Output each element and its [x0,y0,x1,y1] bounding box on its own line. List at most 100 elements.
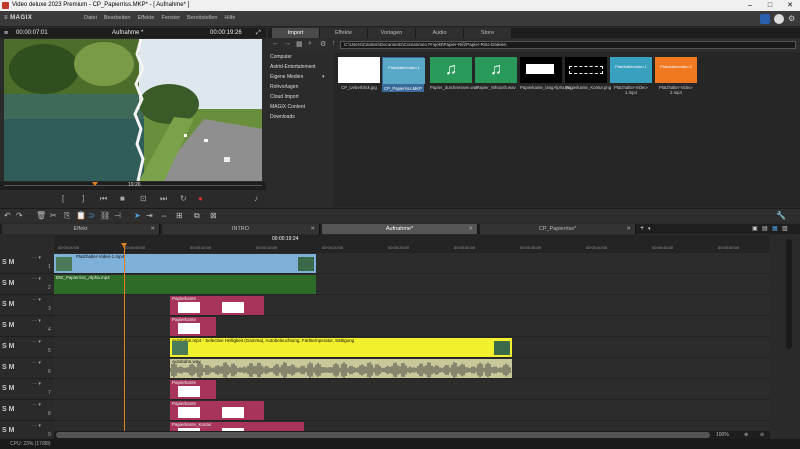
maximize-button[interactable]: □ [760,0,780,11]
tab-effekte[interactable]: Effekte [320,28,368,38]
track-options-icon[interactable]: ⋯ ▾ [32,360,41,366]
track-header[interactable]: S M ⋯ ▾ 2 [0,274,54,295]
view-icon[interactable]: ▣ [752,225,758,232]
magix-logo[interactable]: ≡ MAGIX [4,15,32,21]
range-icon[interactable]: ⇥ [146,211,153,220]
link-icon[interactable]: ⛓ [100,211,110,220]
solo-mute-buttons[interactable]: S M [2,259,14,266]
preview-fullscreen-icon[interactable]: ⤢ [256,30,261,37]
tab-audio[interactable]: Audio [416,28,464,38]
close-icon[interactable]: ✕ [150,224,155,234]
media-tile[interactable]: ♫ Papier_Whoosh.wav [475,57,517,90]
vertical-scrollbar[interactable] [786,239,792,349]
view-icon[interactable]: ▤ [762,225,768,232]
loop-icon[interactable]: ↻ [180,194,187,203]
tab-store[interactable]: Store [464,28,512,38]
next-marker-icon[interactable]: ⏭ [160,194,167,204]
split-icon[interactable]: ⊣ [114,211,121,220]
preview-scrub-handle[interactable] [92,182,98,186]
path-field[interactable]: C:\Users\Carsten\Documents\Comanmeo Proj… [340,41,796,49]
solo-mute-buttons[interactable]: S M [2,280,14,287]
stop-icon[interactable]: ■ [120,194,125,203]
media-tile[interactable]: Platzhaltervideo 2 Platzhalter-Video-2.m… [655,57,697,95]
previous-marker-icon[interactable]: ⏮ [100,194,107,204]
preview-scrubber[interactable]: 19:26 [0,182,266,190]
timeline-clip[interactable]: Papierkante [170,380,216,399]
redo-icon[interactable]: ↷ [16,211,23,220]
timeline-ruler[interactable]: 00:00:19:24 00:00:00:00 00:00:05:00 00:00:… [54,235,770,253]
track-row[interactable] [54,316,770,337]
view-icon[interactable]: ▦ [772,225,778,232]
sidebar-item-astrid[interactable]: Astrid-Entertainment [270,64,316,70]
tab-effekt[interactable]: Effekt ✕ [2,224,160,234]
view-icon[interactable]: ▥ [782,225,788,232]
menu-bereitstellen[interactable]: Bereitstellen [187,15,217,21]
track-options-icon[interactable]: ⋯ ▾ [32,276,41,282]
record-icon[interactable]: ● [198,194,203,203]
undo-icon[interactable]: ↶ [4,211,11,220]
wrench-icon[interactable]: 🔧 [776,211,786,220]
chevron-down-icon[interactable]: ▾ [322,74,325,80]
solo-mute-buttons[interactable]: S M [2,343,14,350]
track-options-icon[interactable]: ⋯ ▾ [32,339,41,345]
track-options-icon[interactable]: ⋯ ▾ [32,297,41,303]
solo-mute-buttons[interactable]: S M [2,301,14,308]
solo-mute-buttons[interactable]: S M [2,427,14,434]
track-options-icon[interactable]: ⋯ ▾ [32,255,41,261]
solo-mute-buttons[interactable]: S M [2,406,14,413]
ripple-icon[interactable]: ⊃ [88,211,95,220]
play-icon[interactable]: ⊡ [140,194,147,203]
grid-view-icon[interactable]: ▦ [296,40,303,48]
sidebar-item-magix-content[interactable]: MAGIX Content [270,104,305,110]
menu-bearbeiten[interactable]: Bearbeiten [104,15,131,21]
audio-icon[interactable]: ♪ [254,194,258,203]
media-tile[interactable]: CP_Ueberblick.jpg [338,57,380,90]
track-header[interactable]: S M ⋯ ▾ 5 [0,337,54,358]
sidebar-item-computer[interactable]: Computer [270,54,292,60]
delete-icon[interactable]: 🗑 [36,211,46,220]
track-header[interactable]: S M ⋯ ▾ 8 [0,400,54,421]
tab-intro[interactable]: INTRO ✕ [162,224,320,234]
tab-vorlagen[interactable]: Vorlagen [368,28,416,38]
sidebar-item-rohvorlagen[interactable]: Rohvorlagen [270,84,298,90]
copy-icon[interactable]: ⎘ [64,211,70,221]
media-tile-selected[interactable]: Platzhaltervideo 1 CP_Papierriss.MKP [382,57,425,92]
close-icon[interactable]: ✕ [626,224,631,234]
close-window-button[interactable]: ✕ [780,0,800,11]
tab-cp-papierriss[interactable]: CP_Papierriss* ✕ [480,224,636,234]
timeline-clip[interactable]: Autobahn.mp4 - Selective Helligkeit (Gam… [170,338,512,357]
track-header[interactable]: S M ⋯ ▾ 7 [0,379,54,400]
paste-icon[interactable]: 📋 [76,211,86,220]
solo-mute-buttons[interactable]: S M [2,385,14,392]
tab-menu-icon[interactable]: ▾ [648,226,651,232]
track-options-icon[interactable]: ⋯ ▾ [32,318,41,324]
media-tile[interactable]: Platzhaltervideo 1 Platzhalter-Video-1.m… [610,57,652,95]
media-tile[interactable]: ♫ Papier_durchreissen.wav [430,57,478,90]
help-icon[interactable] [774,14,784,24]
track-header[interactable]: S M ⋯ ▾ 1 [0,253,54,274]
sidebar-item-cloud-import[interactable]: Cloud Import [270,94,299,100]
track-row[interactable] [54,295,770,316]
horizontal-scrollbar[interactable]: 100% ⊕ ⊖ [54,431,770,439]
zoom-out-icon[interactable]: ⊖ [760,432,764,438]
back-icon[interactable]: ← [272,40,279,47]
preview-video[interactable] [4,39,262,181]
stretch-icon[interactable]: ⊞ [176,211,183,220]
mark-out-icon[interactable]: ] [82,194,84,203]
media-tile[interactable]: Papierkante_Kontur.png [565,57,611,90]
timeline-clip[interactable]: Autobahn.wav [170,359,512,378]
sidebar-item-eigene-medien[interactable]: Eigene Medien [270,74,303,80]
tab-aufnahme[interactable]: Aufnahme* ✕ [322,224,478,234]
snap-icon[interactable]: ⊠ [210,211,217,220]
solo-mute-buttons[interactable]: S M [2,322,14,329]
track-header[interactable]: S M ⋯ ▾ 3 [0,295,54,316]
track-options-icon[interactable]: ⋯ ▾ [32,381,41,387]
track-options-icon[interactable]: ⋯ ▾ [32,423,41,429]
forward-icon[interactable]: → [284,40,291,47]
add-tab-icon[interactable]: + [640,225,644,232]
track-header[interactable]: S M ⋯ ▾ 4 [0,316,54,337]
track-row[interactable] [54,400,770,421]
cut-icon[interactable]: ✂ [50,211,57,220]
sidebar-item-downloads[interactable]: Downloads [270,114,295,120]
menu-datei[interactable]: Datei [84,15,97,21]
